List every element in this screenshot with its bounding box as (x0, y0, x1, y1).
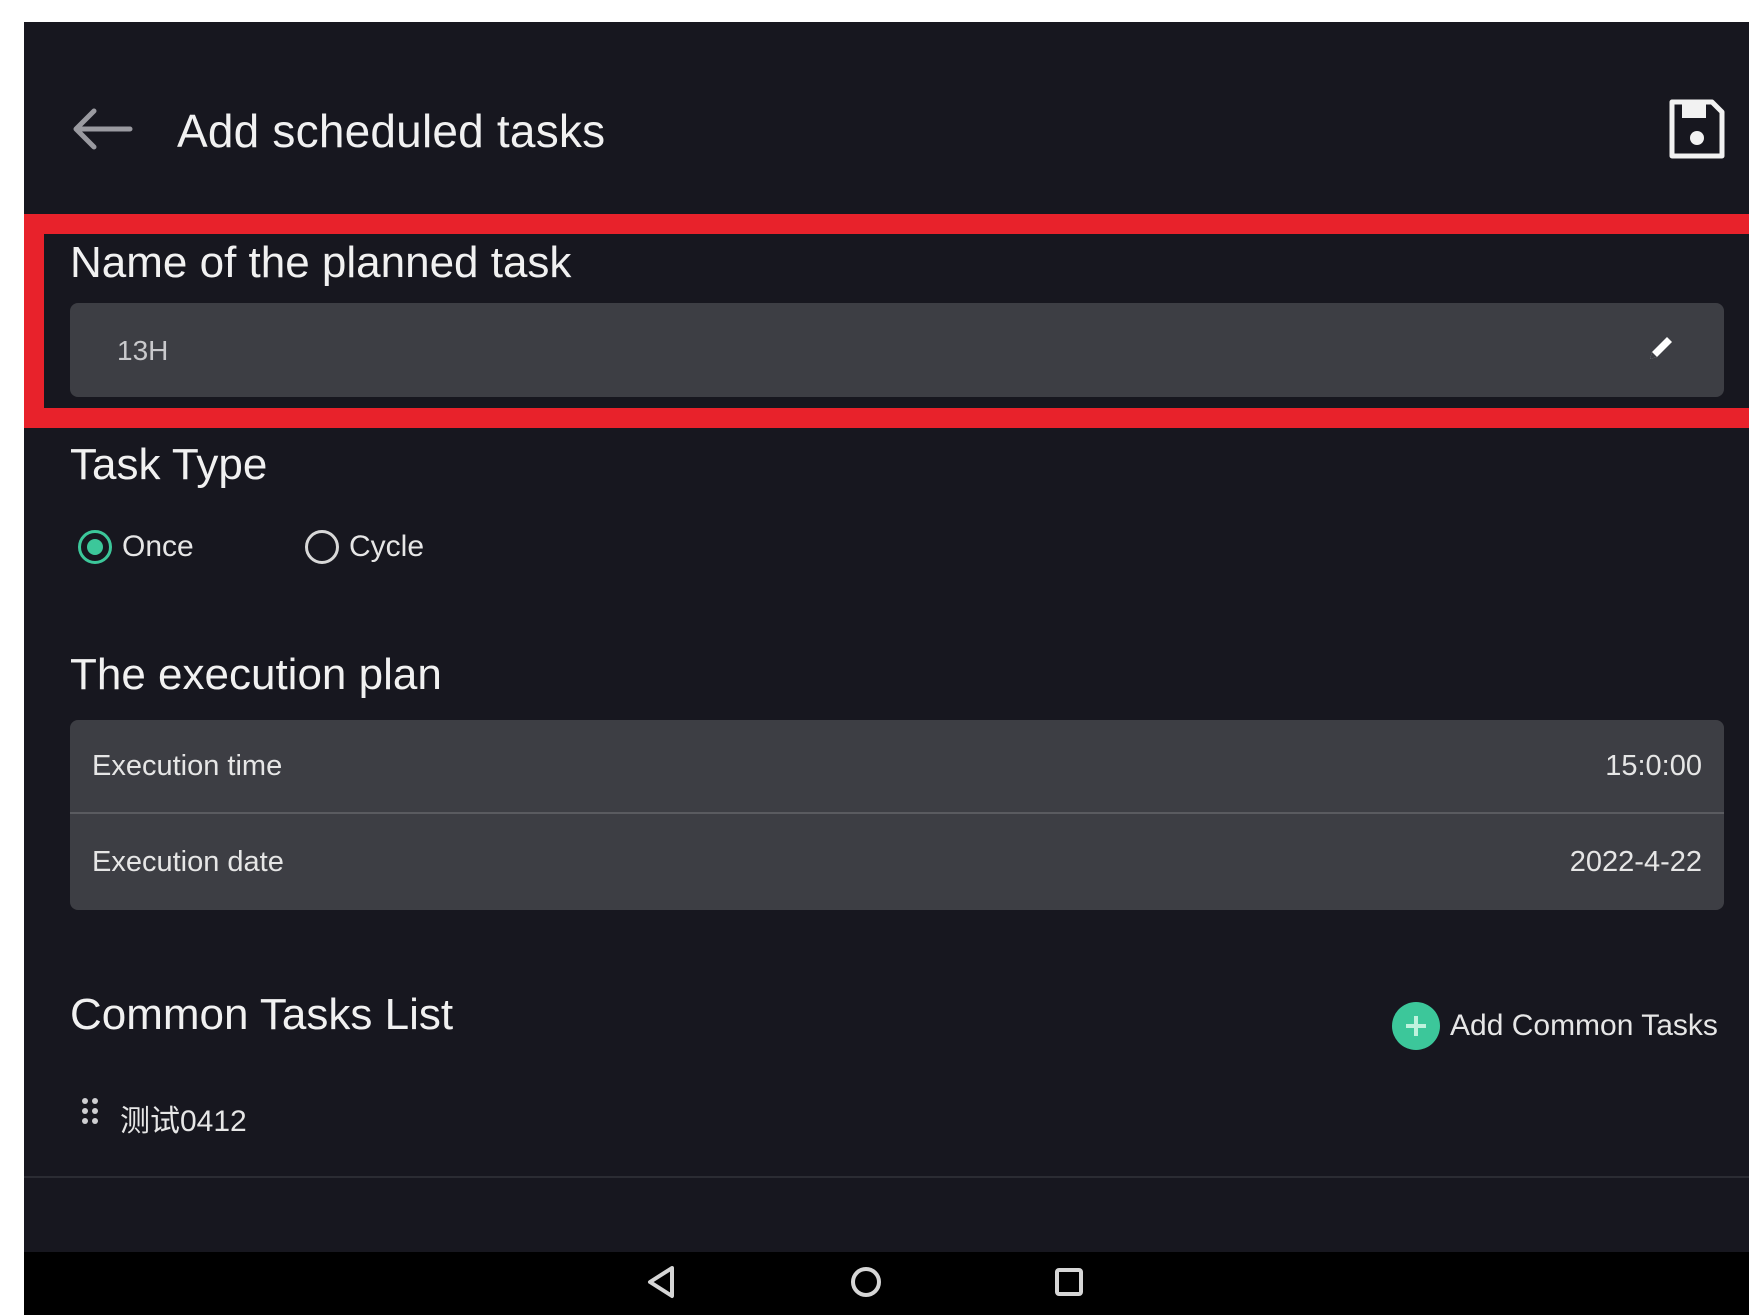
nav-recent-icon[interactable] (1049, 1262, 1089, 1302)
list-item[interactable]: 测试0412 (24, 1082, 1749, 1178)
page-title: Add scheduled tasks (177, 105, 606, 157)
nav-back-icon[interactable] (642, 1262, 682, 1302)
task-name-field[interactable]: 13H (70, 303, 1724, 397)
execution-time-value: 15:0:00 (1605, 750, 1702, 782)
execution-plan-card: Execution time 15:0:00 Execution date 20… (70, 720, 1724, 910)
list-item-label: 测试0412 (120, 1105, 247, 1138)
save-button[interactable] (1666, 96, 1728, 162)
execution-date-row[interactable]: Execution date 2022-4-22 (70, 816, 1724, 910)
app-screen: Add scheduled tasks Name of the planned … (24, 22, 1749, 1315)
top-app-bar: Add scheduled tasks (24, 22, 1749, 212)
execution-date-value: 2022-4-22 (1569, 846, 1702, 878)
save-disk-icon (1669, 99, 1725, 159)
task-type-label: Task Type (70, 440, 268, 489)
radio-cycle-label: Cycle (349, 530, 425, 563)
radio-once-label: Once (122, 530, 194, 563)
radio-unchecked-icon (305, 530, 339, 564)
add-common-tasks-label: Add Common Tasks (1450, 1009, 1718, 1042)
task-type-once-radio[interactable]: Once (78, 526, 194, 568)
common-tasks-label: Common Tasks List (70, 990, 454, 1039)
arrow-left-icon (73, 108, 133, 150)
execution-date-label: Execution date (92, 846, 284, 878)
plus-circle-icon (1392, 1002, 1440, 1050)
nav-home-icon[interactable] (846, 1262, 886, 1302)
task-name-label: Name of the planned task (70, 238, 572, 287)
task-name-value: 13H (117, 335, 169, 366)
system-navigation-bar (24, 1252, 1749, 1315)
task-type-cycle-radio[interactable]: Cycle (305, 526, 424, 568)
radio-checked-icon (78, 530, 112, 564)
add-common-tasks-button[interactable]: Add Common Tasks (1392, 1000, 1718, 1052)
drag-handle-icon[interactable] (80, 1096, 100, 1126)
execution-plan-label: The execution plan (70, 650, 442, 699)
back-button[interactable] (68, 104, 136, 154)
execution-time-label: Execution time (92, 750, 283, 782)
execution-time-row[interactable]: Execution time 15:0:00 (70, 720, 1724, 814)
pencil-icon[interactable] (1644, 331, 1678, 365)
